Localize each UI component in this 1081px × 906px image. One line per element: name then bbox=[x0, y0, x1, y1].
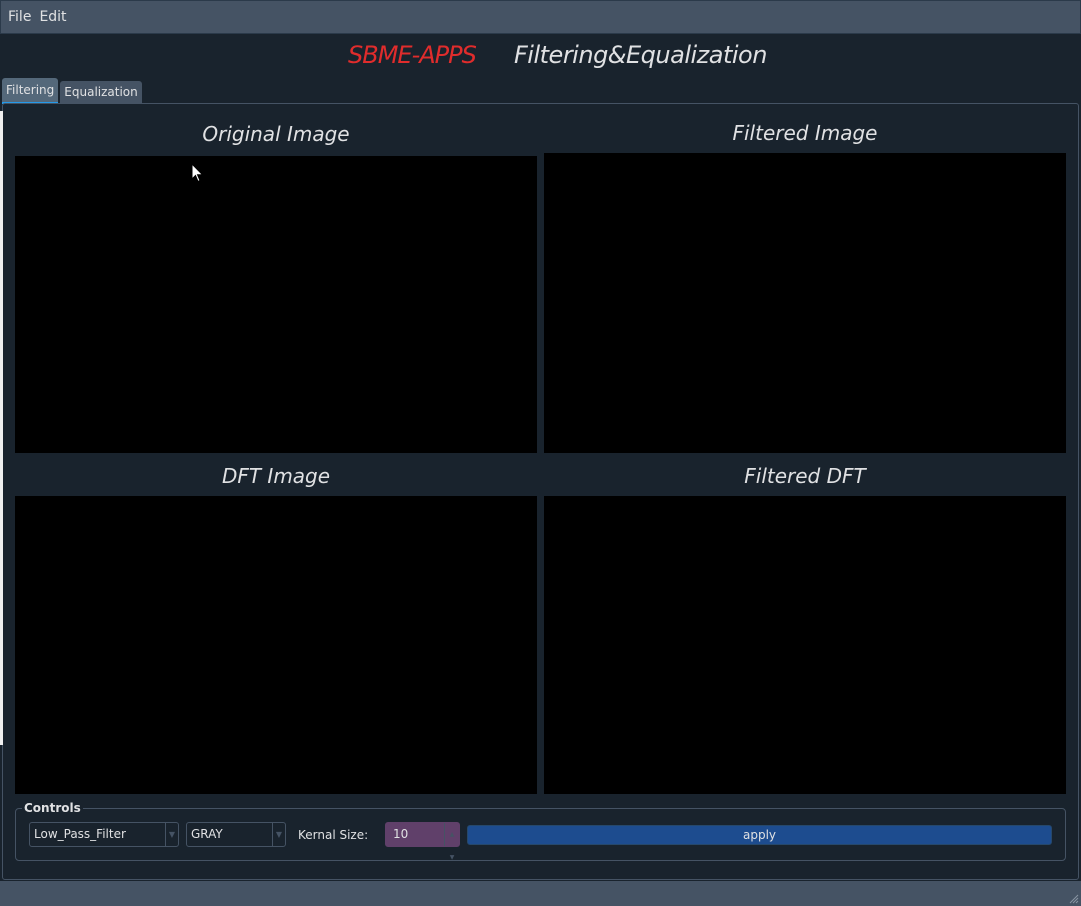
controls-label: Controls bbox=[22, 801, 83, 815]
apply-button[interactable]: apply bbox=[467, 825, 1052, 845]
original-image-view[interactable] bbox=[15, 156, 537, 453]
filtered-image-view[interactable] bbox=[544, 153, 1066, 453]
color-mode-select[interactable]: GRAY ▼ bbox=[186, 822, 286, 847]
filter-type-select[interactable]: Low_Pass_Filter ▼ bbox=[29, 822, 179, 847]
kernel-size-spinbox[interactable]: 10 ▲ ▼ bbox=[385, 822, 460, 861]
filtered-image-title: Filtered Image bbox=[732, 121, 878, 145]
menu-file[interactable]: File bbox=[8, 9, 31, 25]
menu-edit[interactable]: Edit bbox=[39, 9, 66, 25]
color-mode-value: GRAY bbox=[191, 827, 223, 841]
menu-bar: File Edit bbox=[0, 0, 1081, 34]
chevron-up-icon[interactable]: ▲ bbox=[450, 823, 455, 846]
filter-type-value: Low_Pass_Filter bbox=[34, 827, 126, 841]
original-image-title: Original Image bbox=[202, 122, 350, 146]
filtered-dft-title: Filtered DFT bbox=[744, 464, 866, 488]
kernel-size-label: Kernal Size: bbox=[298, 828, 369, 842]
app-header: SBME-APPS Filtering&Equalization bbox=[0, 38, 1081, 72]
status-bar bbox=[0, 881, 1081, 906]
chevron-down-icon: ▼ bbox=[165, 823, 178, 846]
dft-image-title: DFT Image bbox=[221, 464, 331, 488]
tab-filtering[interactable]: Filtering bbox=[2, 78, 59, 104]
mouse-cursor-icon bbox=[191, 163, 204, 183]
page-title: Filtering&Equalization bbox=[514, 41, 767, 69]
dft-image-view[interactable] bbox=[15, 496, 537, 794]
left-edge-strip bbox=[0, 111, 3, 745]
tab-bar: Filtering Equalization bbox=[2, 78, 142, 104]
chevron-down-icon[interactable]: ▼ bbox=[450, 846, 455, 869]
filtered-dft-view[interactable] bbox=[544, 496, 1066, 794]
tab-equalization[interactable]: Equalization bbox=[60, 81, 142, 103]
resize-grip-icon[interactable] bbox=[1067, 892, 1079, 904]
brand-title: SBME-APPS bbox=[348, 41, 477, 69]
kernel-size-value: 10 bbox=[393, 827, 409, 841]
chevron-down-icon: ▼ bbox=[272, 823, 285, 846]
spin-arrows[interactable]: ▲ ▼ bbox=[444, 823, 459, 861]
